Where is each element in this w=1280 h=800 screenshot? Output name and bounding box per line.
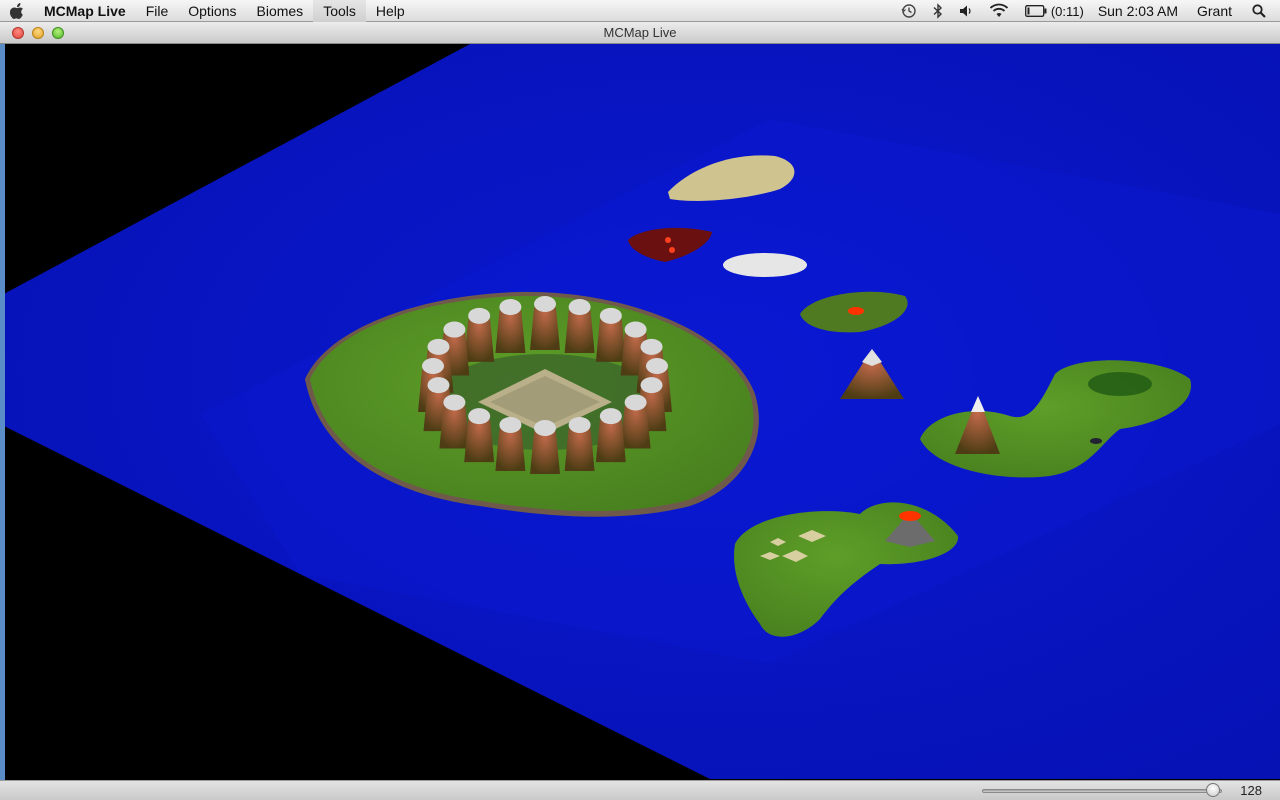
mountain-snowcap xyxy=(443,394,466,411)
mountain-snowcap xyxy=(624,321,647,338)
window-titlebar[interactable]: MCMap Live xyxy=(0,22,1280,44)
battery-time[interactable]: (0:11) xyxy=(1049,4,1091,19)
mountain-snowcap xyxy=(646,358,668,374)
menu-options[interactable]: Options xyxy=(178,0,246,22)
wifi-icon[interactable] xyxy=(981,3,1017,19)
menu-file[interactable]: File xyxy=(136,0,179,22)
mountain-snowcap xyxy=(468,408,491,425)
mountain-snowcap xyxy=(624,394,647,411)
mountain-snowcap xyxy=(422,358,444,374)
menu-user[interactable]: Grant xyxy=(1185,3,1244,19)
mountain-snowcap xyxy=(427,338,450,355)
mountain-snowcap xyxy=(468,307,491,324)
bluetooth-icon[interactable] xyxy=(925,3,951,19)
mountain-snowcap xyxy=(534,296,556,312)
menu-clock[interactable]: Sun 2:03 AM xyxy=(1091,3,1185,19)
mountain-snowcap xyxy=(427,377,450,394)
mountain-snowcap xyxy=(534,420,556,436)
battery-icon[interactable] xyxy=(1017,5,1049,17)
menu-app-name[interactable]: MCMap Live xyxy=(34,0,136,22)
mountain-snowcap xyxy=(599,307,622,324)
time-machine-icon[interactable] xyxy=(893,3,925,19)
mountain-snowcap xyxy=(499,416,522,433)
mountain-snowcap xyxy=(640,377,663,394)
menu-help[interactable]: Help xyxy=(366,0,415,22)
zoom-value: 128 xyxy=(1240,783,1262,798)
volume-icon[interactable] xyxy=(951,4,981,18)
window-title: MCMap Live xyxy=(603,25,677,40)
menu-extras: (0:11) Sun 2:03 AM Grant xyxy=(893,0,1280,22)
status-bar: 128 xyxy=(0,780,1280,800)
zoom-slider-knob[interactable] xyxy=(1205,783,1220,797)
menu-tools[interactable]: Tools xyxy=(313,0,366,22)
menu-bar: MCMap Live File Options Biomes Tools Hel… xyxy=(0,0,1280,22)
zoom-slider-track[interactable] xyxy=(982,789,1222,793)
spotlight-icon[interactable] xyxy=(1244,4,1280,18)
menu-biomes[interactable]: Biomes xyxy=(247,0,314,22)
mountain-snowcap xyxy=(443,321,466,338)
mountain-snowcap xyxy=(499,299,522,316)
mountain-snowcap xyxy=(568,416,591,433)
apple-icon[interactable] xyxy=(0,0,34,22)
mountain-snowcap xyxy=(568,299,591,316)
window-left-edge xyxy=(0,44,5,780)
mountain-snowcap xyxy=(640,338,663,355)
map-view[interactable] xyxy=(0,44,1280,780)
snow-island xyxy=(723,253,807,277)
mountain-snowcap xyxy=(599,408,622,425)
